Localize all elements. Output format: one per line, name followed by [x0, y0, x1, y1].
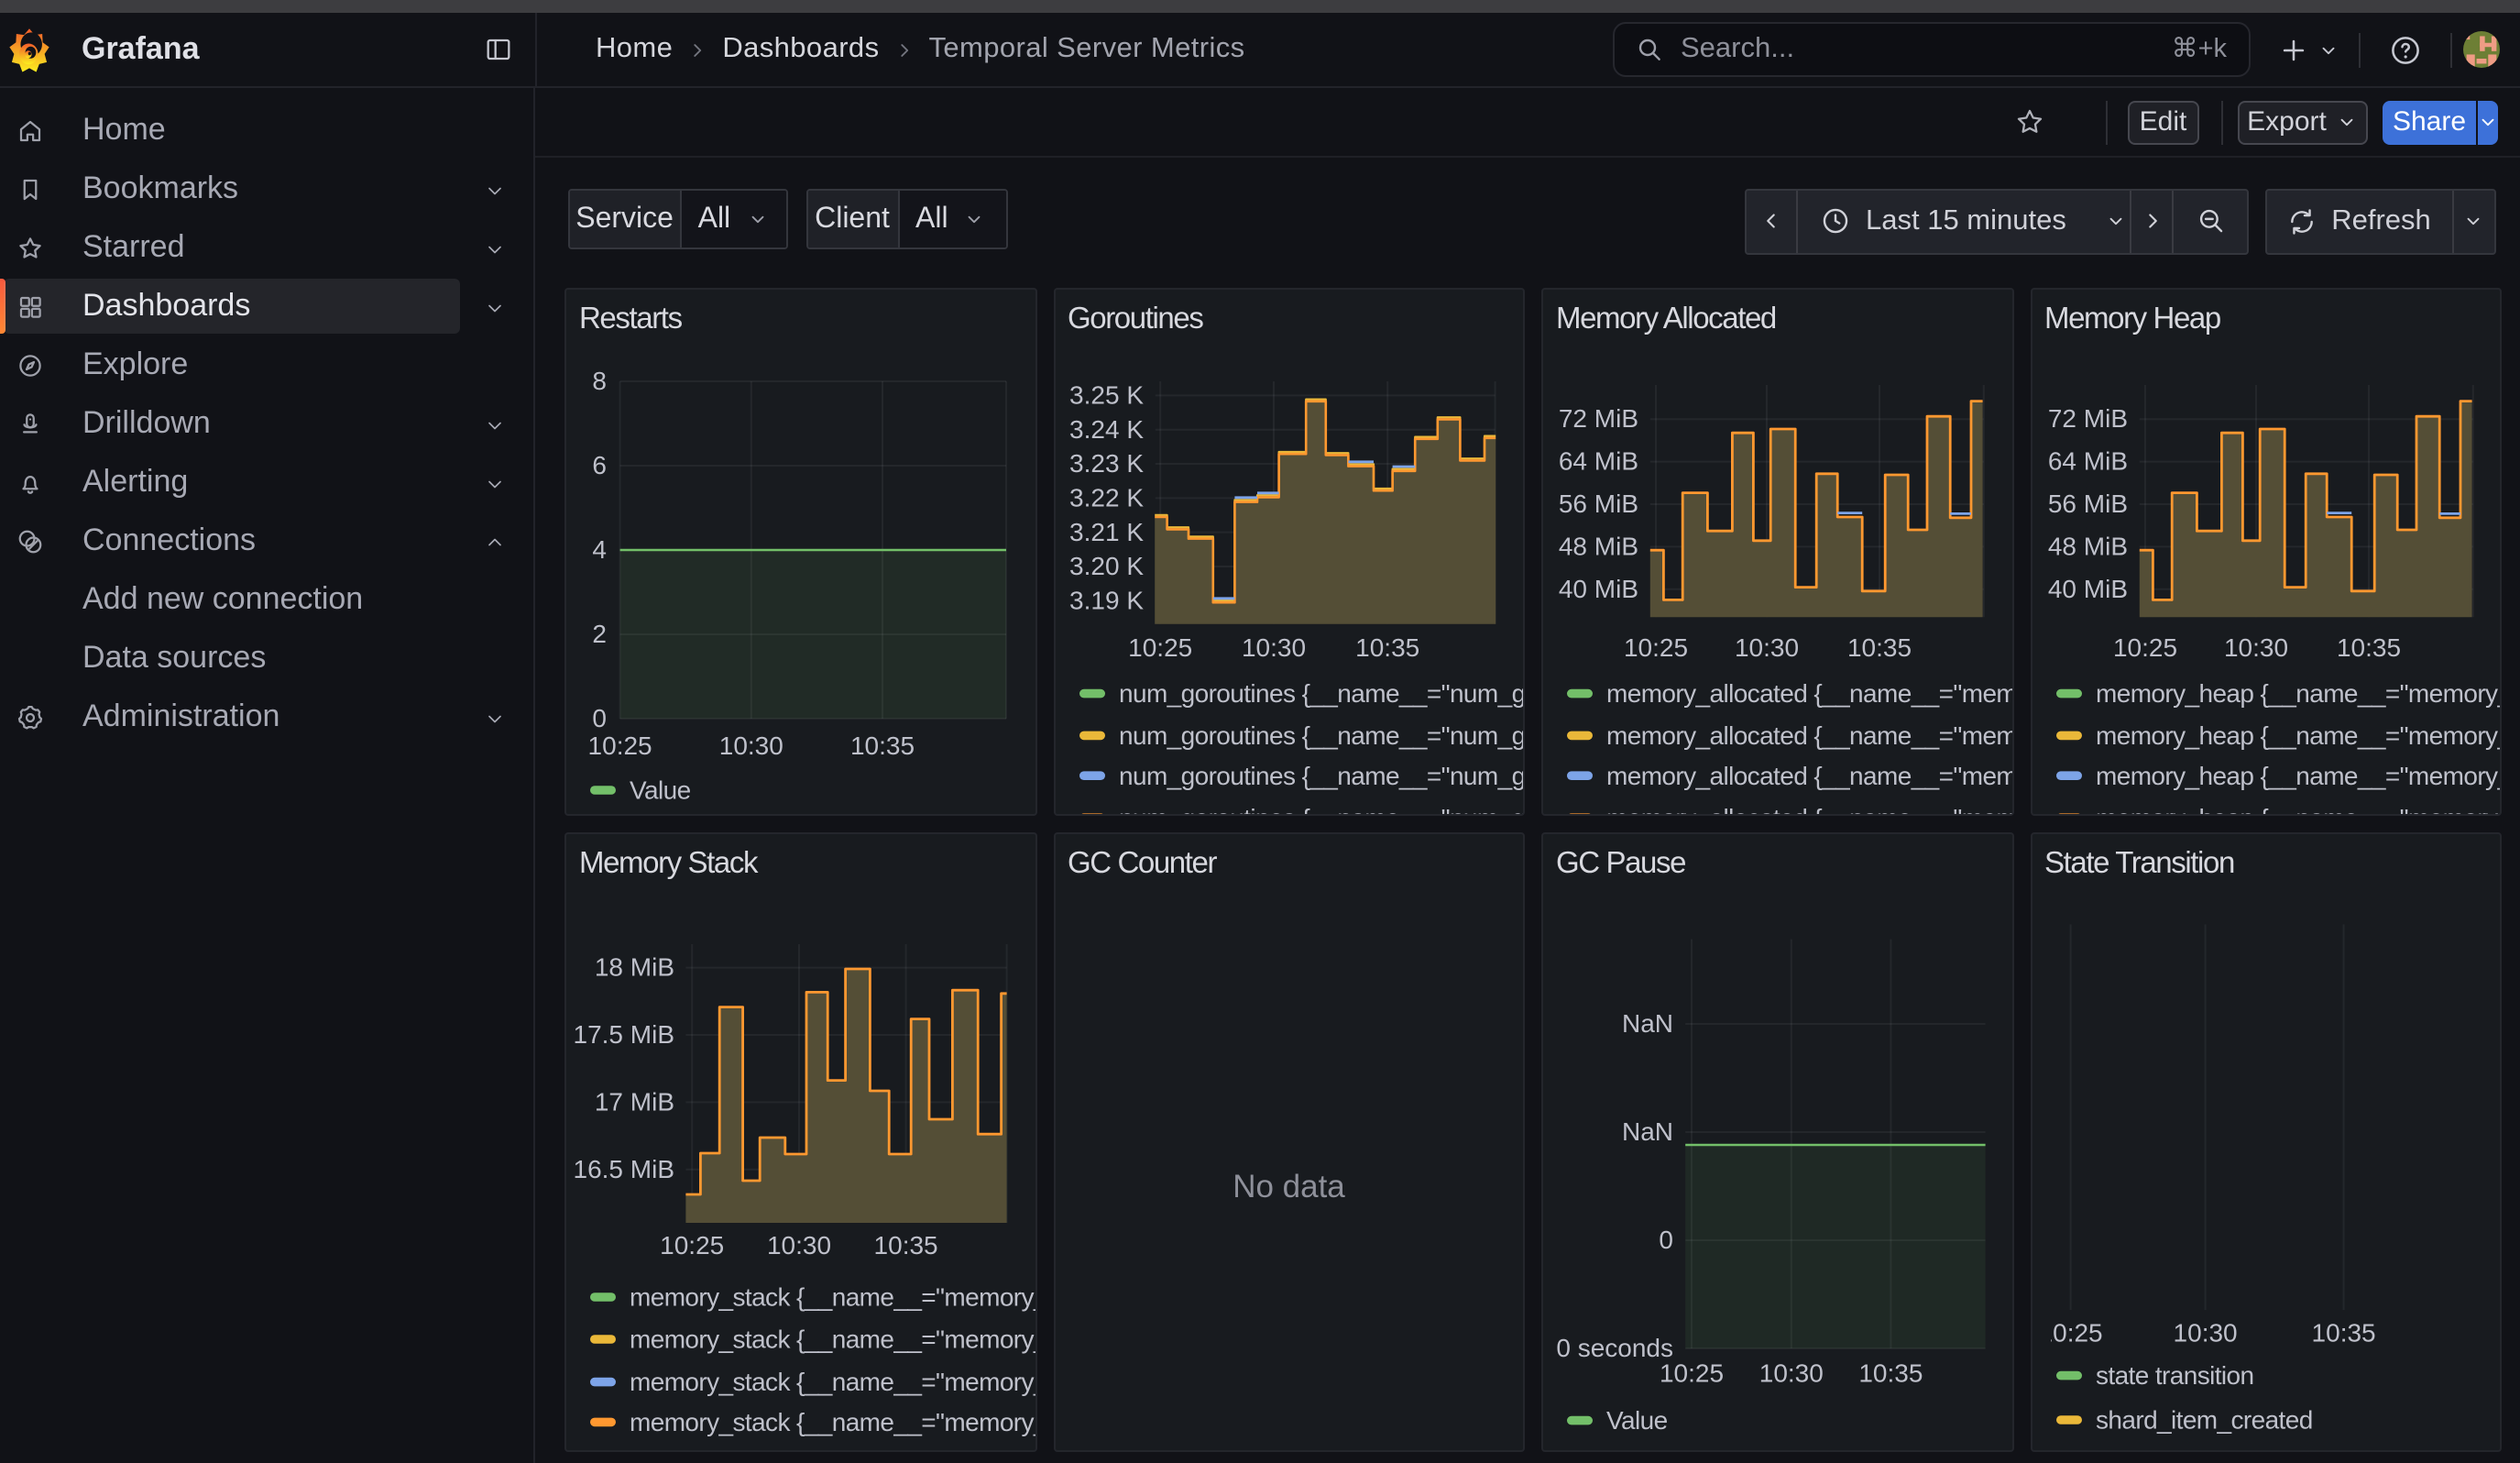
svg-text:3.21 K: 3.21 K — [1068, 518, 1143, 546]
svg-text:3.19 K: 3.19 K — [1068, 586, 1143, 614]
svg-text:3.22 K: 3.22 K — [1068, 483, 1143, 512]
svg-text:num_goroutines {__name__="num_: num_goroutines {__name__="num_goroutines… — [1118, 721, 1525, 750]
svg-text:40 MiB: 40 MiB — [2047, 575, 2127, 603]
svg-text:memory_heap {__name__="memory_: memory_heap {__name__="memory_heap", ins… — [2095, 762, 2502, 790]
svg-text:10:35: 10:35 — [1858, 1358, 1923, 1387]
svg-text:10:30: 10:30 — [1241, 633, 1305, 662]
svg-text:6: 6 — [592, 451, 607, 479]
svg-text:10:30: 10:30 — [2173, 1317, 2237, 1346]
svg-text:10:30: 10:30 — [719, 732, 783, 760]
svg-text:56 MiB: 56 MiB — [2047, 490, 2127, 518]
svg-text:64 MiB: 64 MiB — [1559, 447, 1638, 476]
svg-text:3.24 K: 3.24 K — [1068, 415, 1143, 444]
svg-text:memory_stack {__name__="memory: memory_stack {__name__="memory_stack", i… — [630, 1325, 1036, 1353]
svg-text:56 MiB: 56 MiB — [1559, 490, 1638, 518]
svg-text:memory_stack {__name__="memory: memory_stack {__name__="memory_stack", i… — [630, 1282, 1036, 1311]
svg-text:48 MiB: 48 MiB — [2047, 532, 2127, 560]
svg-text:72 MiB: 72 MiB — [1559, 404, 1638, 433]
svg-text:10:25: 10:25 — [2112, 633, 2176, 662]
svg-text:16.5 MiB: 16.5 MiB — [574, 1154, 675, 1182]
svg-text:10:30: 10:30 — [2223, 633, 2287, 662]
svg-text:10:30: 10:30 — [1735, 633, 1799, 662]
svg-text:memory_heap {__name__="memory_: memory_heap {__name__="memory_heap", ins… — [2095, 804, 2502, 815]
svg-text:memory_heap {__name__="memory_: memory_heap {__name__="memory_heap", ins… — [2095, 679, 2502, 708]
svg-text:10:25: 10:25 — [1127, 633, 1191, 662]
svg-text:10:25: 10:25 — [1624, 633, 1688, 662]
svg-text:memory_allocated {__name__="me: memory_allocated {__name__="memory_alloc… — [1606, 721, 2013, 750]
svg-text:10:30: 10:30 — [767, 1230, 831, 1259]
svg-text:10:30: 10:30 — [1759, 1358, 1824, 1387]
svg-text:10:25: 10:25 — [588, 732, 652, 760]
svg-text:10:25: 10:25 — [2038, 1317, 2102, 1346]
svg-text:memory_heap {__name__="memory_: memory_heap {__name__="memory_heap", ins… — [2095, 721, 2502, 750]
svg-text:40 MiB: 40 MiB — [1559, 575, 1638, 603]
svg-text:num_goroutines {__name__="num_: num_goroutines {__name__="num_goroutines… — [1118, 762, 1525, 790]
svg-text:3.23 K: 3.23 K — [1068, 449, 1143, 478]
svg-text:memory_stack {__name__="memory: memory_stack {__name__="memory_stack", i… — [630, 1367, 1036, 1395]
svg-text:memory_allocated {__name__="me: memory_allocated {__name__="memory_alloc… — [1606, 804, 2013, 815]
svg-text:memory_stack {__name__="memory: memory_stack {__name__="memory_stack", i… — [630, 1407, 1036, 1436]
svg-text:NaN: NaN — [1622, 1008, 1673, 1037]
svg-text:Value: Value — [630, 776, 691, 805]
svg-text:10:35: 10:35 — [2311, 1317, 2375, 1346]
svg-text:2: 2 — [592, 620, 607, 648]
svg-text:10:35: 10:35 — [1354, 633, 1419, 662]
svg-text:10:35: 10:35 — [1847, 633, 1912, 662]
svg-text:72 MiB: 72 MiB — [2047, 404, 2127, 433]
svg-text:4: 4 — [592, 535, 607, 564]
svg-text:shard_item_created: shard_item_created — [2095, 1405, 2312, 1434]
svg-text:64 MiB: 64 MiB — [2047, 447, 2127, 476]
svg-text:17.5 MiB: 17.5 MiB — [574, 1019, 675, 1048]
svg-text:0: 0 — [592, 704, 607, 732]
svg-text:3.20 K: 3.20 K — [1068, 552, 1143, 580]
svg-text:48 MiB: 48 MiB — [1559, 532, 1638, 560]
svg-text:0 seconds: 0 seconds — [1556, 1333, 1673, 1361]
svg-text:3.25 K: 3.25 K — [1068, 380, 1143, 409]
svg-text:memory_allocated {__name__="me: memory_allocated {__name__="memory_alloc… — [1606, 679, 2013, 708]
svg-text:10:35: 10:35 — [874, 1230, 938, 1259]
svg-text:18 MiB: 18 MiB — [595, 952, 674, 981]
svg-text:10:25: 10:25 — [1660, 1358, 1724, 1387]
svg-text:state transition: state transition — [2095, 1360, 2253, 1389]
svg-text:8: 8 — [592, 367, 607, 395]
svg-text:10:25: 10:25 — [660, 1230, 724, 1259]
svg-text:17 MiB: 17 MiB — [595, 1086, 674, 1115]
svg-text:NaN: NaN — [1622, 1116, 1673, 1145]
svg-text:0: 0 — [1659, 1225, 1673, 1253]
svg-text:10:35: 10:35 — [850, 732, 915, 760]
svg-text:num_goroutines {__name__="num_: num_goroutines {__name__="num_goroutines… — [1118, 679, 1525, 708]
svg-text:num_goroutines {__name__="num_: num_goroutines {__name__="num_goroutines… — [1118, 804, 1525, 815]
svg-text:memory_allocated {__name__="me: memory_allocated {__name__="memory_alloc… — [1606, 762, 2013, 790]
svg-text:Value: Value — [1606, 1405, 1668, 1434]
svg-text:10:35: 10:35 — [2336, 633, 2400, 662]
